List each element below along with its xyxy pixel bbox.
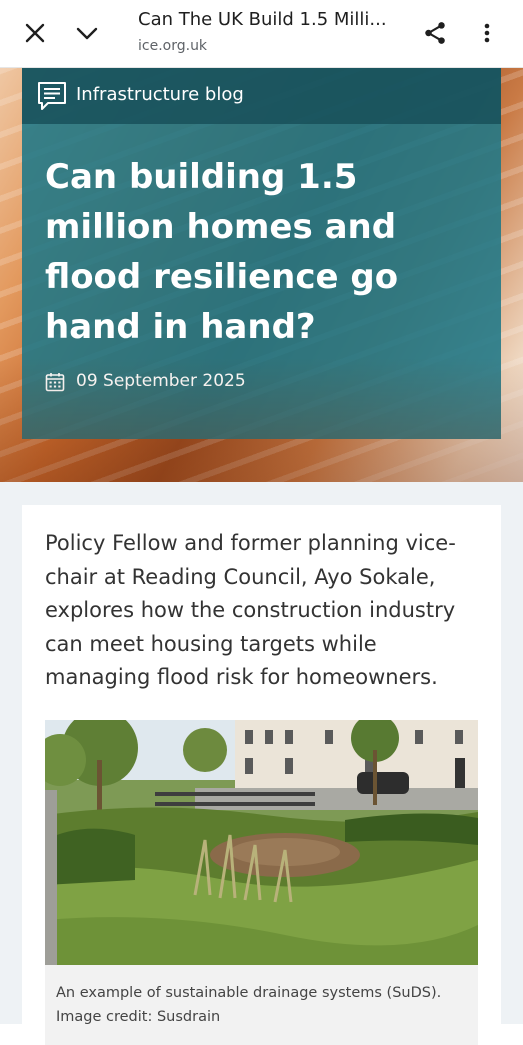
category-label[interactable]: Infrastructure blog	[76, 84, 244, 105]
caption-box: An example of sustainable drainage syste…	[45, 965, 478, 1045]
article-card: Policy Fellow and former planning vice-c…	[22, 505, 501, 1045]
browser-toolbar: Can The UK Build 1.5 Milli... ice.org.uk	[0, 0, 523, 68]
page-title: Can building 1.5 million homes and flood…	[45, 157, 399, 347]
category-bar: Infrastructure blog	[22, 68, 501, 124]
close-icon[interactable]	[18, 16, 52, 50]
hero-banner: Infrastructure blog Can building 1.5 mil…	[0, 68, 523, 482]
hero-card: Infrastructure blog Can building 1.5 mil…	[22, 68, 501, 439]
chevron-down-icon[interactable]	[70, 16, 104, 50]
article-intro: Policy Fellow and former planning vice-c…	[45, 531, 456, 689]
page-url[interactable]: ice.org.uk	[138, 38, 207, 54]
tab-title: Can The UK Build 1.5 Milli...	[138, 9, 387, 30]
more-vert-icon[interactable]	[472, 16, 502, 50]
share-icon[interactable]	[418, 16, 452, 50]
blog-icon	[36, 80, 68, 112]
suds-photo	[45, 720, 478, 965]
image-caption: An example of sustainable drainage syste…	[56, 985, 442, 1025]
calendar-icon	[45, 372, 65, 392]
publish-date: 09 September 2025	[76, 371, 246, 391]
